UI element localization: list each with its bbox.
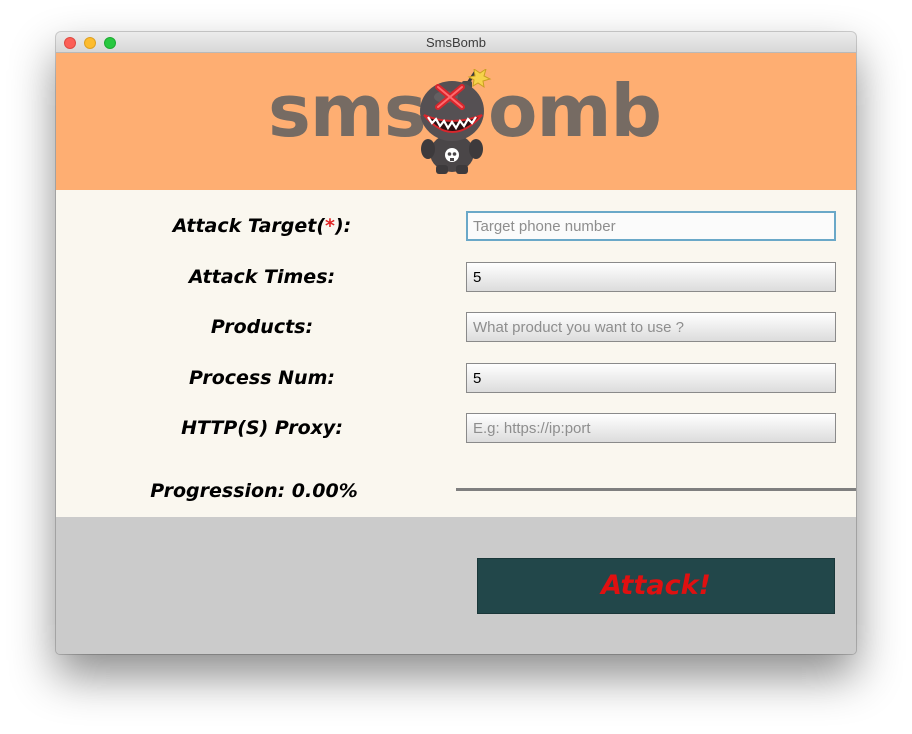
window-title: SmsBomb: [426, 35, 486, 50]
attack-form: Attack Target(*): Attack Times: Products…: [56, 190, 856, 517]
attack-button[interactable]: Attack!: [477, 558, 835, 614]
proxy-label: HTTP(S) Proxy:: [181, 417, 343, 439]
attack-target-input[interactable]: [466, 211, 836, 241]
logo-text-left: sms: [268, 69, 427, 153]
logo-banner: sms omb: [56, 53, 856, 190]
proxy-input[interactable]: [466, 413, 836, 443]
action-panel: Attack!: [56, 517, 856, 654]
title-bar: SmsBomb: [56, 32, 856, 53]
progress-bar: [456, 488, 856, 491]
products-label: Products:: [210, 316, 314, 338]
logo-text-right: omb: [488, 69, 662, 153]
attack-times-input[interactable]: [466, 262, 836, 292]
bomb-mascot-icon: [420, 69, 492, 174]
process-num-input[interactable]: [466, 363, 836, 393]
attack-target-label: Attack Target(*):: [172, 215, 352, 237]
progression-label: Progression: 0.00%: [150, 480, 358, 502]
app-window: SmsBomb sms omb Attack Target(*): Target…: [56, 32, 856, 654]
attack-times-label: Attack Times:: [188, 266, 336, 288]
products-input[interactable]: [466, 312, 836, 342]
process-num-label: Process Num:: [189, 367, 335, 389]
required-asterisk: *: [325, 215, 335, 237]
